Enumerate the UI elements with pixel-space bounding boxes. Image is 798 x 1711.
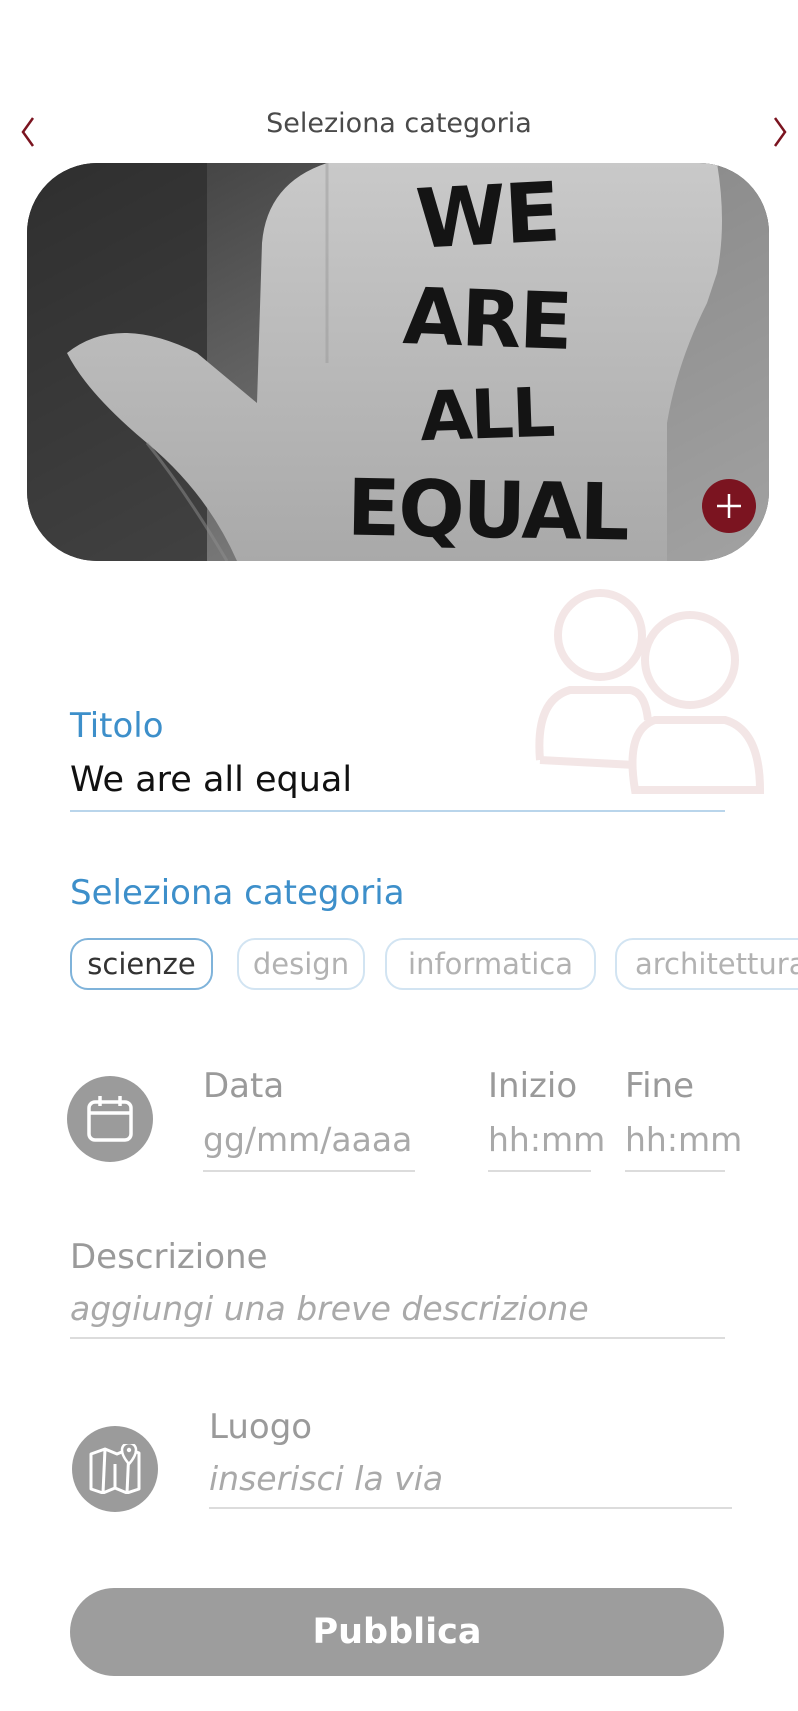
chip-architettura[interactable]: architettura	[615, 938, 798, 990]
description-input[interactable]: aggiungi una breve descrizione	[70, 1289, 589, 1328]
map-button[interactable]	[72, 1426, 158, 1512]
title-label: Titolo	[70, 706, 164, 746]
handwritten-word: WE	[413, 164, 561, 268]
chip-scienze[interactable]: scienze	[70, 938, 213, 990]
date-input[interactable]: gg/mm/aaaa	[203, 1120, 412, 1159]
plus-icon	[717, 494, 741, 518]
page-title: Seleziona categoria	[266, 108, 532, 139]
end-label: Fine	[625, 1066, 694, 1106]
start-time-input[interactable]: hh:mm	[488, 1120, 605, 1159]
handwritten-word: ALL	[419, 373, 555, 457]
date-underline	[203, 1170, 415, 1172]
end-underline	[625, 1170, 725, 1172]
category-label: Seleziona categoria	[70, 873, 405, 913]
description-underline	[70, 1337, 725, 1339]
location-input[interactable]: inserisci la via	[209, 1459, 443, 1498]
calendar-button[interactable]	[67, 1076, 153, 1162]
cover-image[interactable]: WE ARE ALL EQUAL	[27, 163, 769, 561]
start-underline	[488, 1170, 591, 1172]
description-label: Descrizione	[70, 1237, 268, 1277]
title-underline	[70, 810, 725, 812]
handwritten-word: EQUAL	[345, 463, 629, 558]
chip-design[interactable]: design	[237, 938, 365, 990]
date-label: Data	[203, 1066, 285, 1106]
end-time-input[interactable]: hh:mm	[625, 1120, 742, 1159]
handwritten-word: ARE	[401, 271, 573, 368]
next-button[interactable]	[760, 104, 798, 160]
chip-informatica[interactable]: informatica	[385, 938, 596, 990]
map-icon	[89, 1444, 141, 1494]
people-icon	[530, 580, 770, 800]
location-label: Luogo	[209, 1407, 313, 1447]
location-underline	[209, 1507, 732, 1509]
title-input[interactable]: We are all equal	[70, 760, 352, 800]
add-photo-button[interactable]	[702, 479, 756, 533]
category-chips: scienze design informatica architettura	[70, 938, 798, 996]
chevron-right-icon	[773, 117, 787, 147]
start-label: Inizio	[488, 1066, 578, 1106]
calendar-icon	[87, 1096, 133, 1142]
publish-button[interactable]: Pubblica	[70, 1588, 724, 1676]
